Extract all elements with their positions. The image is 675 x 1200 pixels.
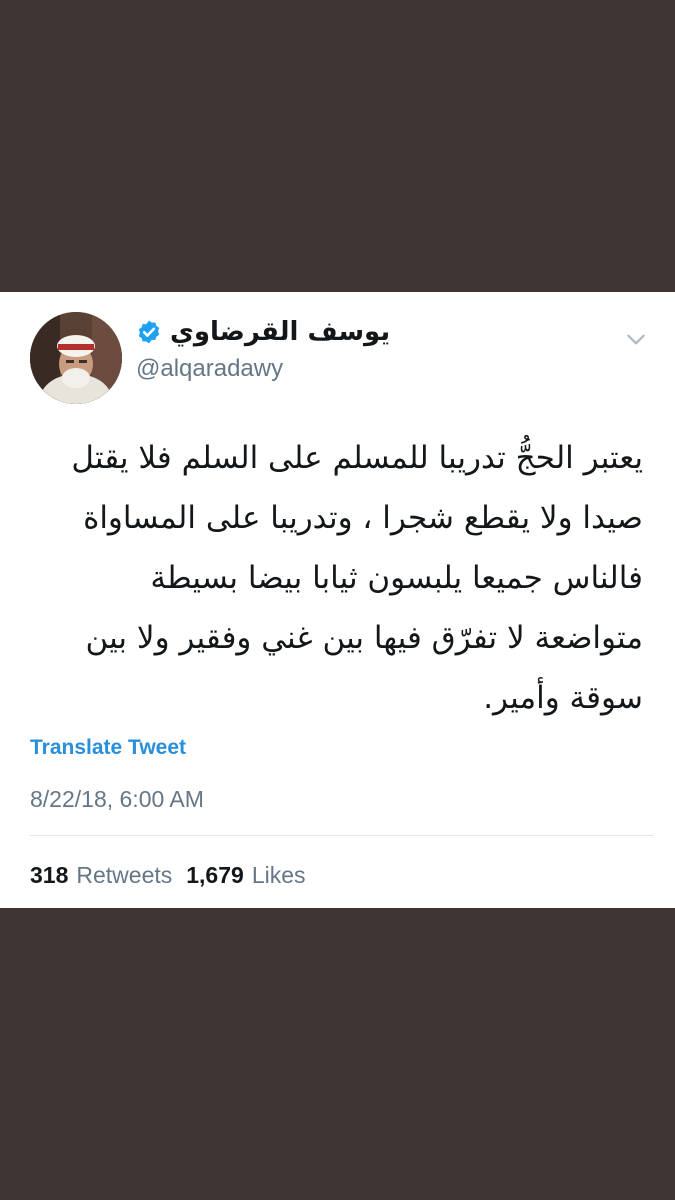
likes-stat[interactable]: 1,679 Likes xyxy=(186,862,305,888)
tweet-stats: 318 Retweets 1,679 Likes xyxy=(30,858,306,892)
tweet-card: يوسف القرضاوي @alqaradawy يعتبر الحجُّ ت… xyxy=(0,292,675,908)
avatar-image xyxy=(30,312,122,404)
retweets-label: Retweets xyxy=(76,862,173,888)
chevron-down-icon[interactable] xyxy=(623,326,649,352)
tweet-text-line: متواضعة لا تفرّق فيها بين غني وفقير ولا … xyxy=(85,620,643,656)
verified-badge-icon xyxy=(138,320,160,344)
author-handle[interactable]: @alqaradawy xyxy=(136,354,283,384)
tweet-text-line: فالناس جميعا يلبسون ثيابا بيضا بسيطة xyxy=(150,560,643,596)
tweet-text: يعتبر الحجُّ تدريبا للمسلم على السلم فلا… xyxy=(30,428,643,728)
tweet-timestamp: 8/22/18, 6:00 AM xyxy=(30,786,204,812)
tweet-text-line: صيدا ولا يقطع شجرا ، وتدريبا على المساوا… xyxy=(83,500,643,536)
tweet-text-line: سوقة وأمير. xyxy=(483,680,643,716)
translate-tweet-link[interactable]: Translate Tweet xyxy=(30,732,186,764)
avatar[interactable] xyxy=(30,312,122,404)
author-display-name: يوسف القرضاوي xyxy=(170,317,391,347)
tweet-text-line: يعتبر الحجُّ تدريبا للمسلم على السلم فلا… xyxy=(71,440,643,476)
retweets-count: 318 xyxy=(30,862,69,888)
author-name-row[interactable]: يوسف القرضاوي xyxy=(136,312,390,352)
retweets-stat[interactable]: 318 Retweets xyxy=(30,862,172,888)
likes-label: Likes xyxy=(251,862,306,888)
likes-count: 1,679 xyxy=(186,862,244,888)
divider xyxy=(30,835,653,836)
